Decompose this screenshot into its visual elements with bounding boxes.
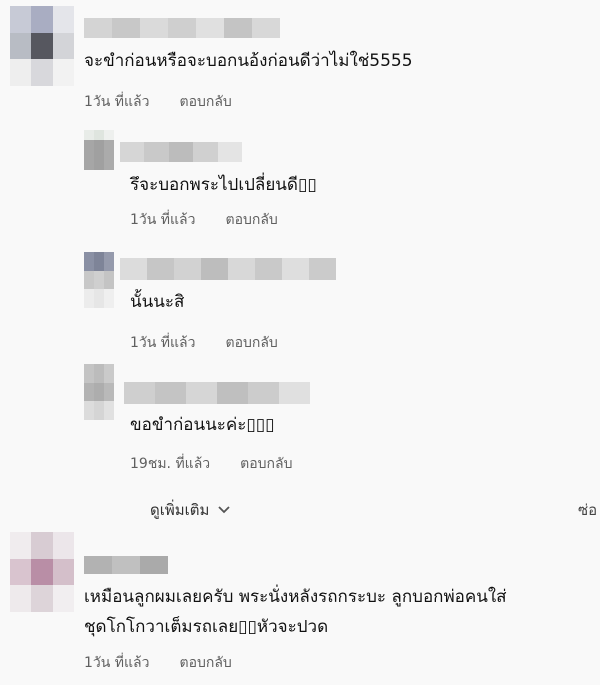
author-name[interactable] xyxy=(84,18,280,38)
author-name[interactable] xyxy=(120,142,243,162)
timestamp: 1วัน ที่แล้ว xyxy=(130,212,196,228)
avatar[interactable] xyxy=(84,364,114,420)
timestamp: 1วัน ที่แล้ว xyxy=(84,94,150,110)
reply-button[interactable]: ตอบกลับ xyxy=(225,332,277,354)
comment-text-line-2: ชุดโกโกวาเต็มรถเลย▯▯หัวจะปวด xyxy=(84,617,329,637)
view-more-replies-button[interactable]: ดูเพิ่มเติม xyxy=(150,498,231,522)
avatar[interactable] xyxy=(84,252,114,308)
author-name[interactable] xyxy=(124,382,310,404)
reply-button[interactable]: ตอบกลับ xyxy=(225,209,277,231)
hide-replies-link[interactable]: ซ่อ xyxy=(578,498,597,522)
reply-button[interactable]: ตอบกลับ xyxy=(179,91,231,113)
author-name[interactable] xyxy=(120,258,336,280)
timestamp: 19ชม. ที่แล้ว xyxy=(130,456,211,472)
avatar[interactable] xyxy=(10,6,74,86)
comment-meta: 1วัน ที่แล้ว ตอบกลับ xyxy=(130,332,278,354)
comment-text: รึจะบอกพระไปเปลี่ยนดี▯▯ xyxy=(130,175,317,195)
comment-meta: 1วัน ที่แล้ว ตอบกลับ xyxy=(84,91,232,113)
timestamp: 1วัน ที่แล้ว xyxy=(84,655,150,671)
comment-text: ขอขำก่อนนะค่ะ▯▯▯ xyxy=(130,415,275,435)
avatar[interactable] xyxy=(10,532,74,612)
reply-button[interactable]: ตอบกลับ xyxy=(179,652,231,674)
comment-text: จะขำก่อนหรือจะบอกนอ้งก่อนดีว่าไม่ใช่5555 xyxy=(84,51,413,71)
avatar[interactable] xyxy=(84,130,114,170)
comment-meta: 1วัน ที่แล้ว ตอบกลับ xyxy=(130,209,278,231)
comment-meta: 19ชม. ที่แล้ว ตอบกลับ xyxy=(130,453,292,475)
reply-button[interactable]: ตอบกลับ xyxy=(240,453,292,475)
comment-text-line-1: เหมือนลูกผมเลยครับ พระนั่งหลังรถกระบะ ลู… xyxy=(84,587,507,607)
chevron-down-icon xyxy=(218,506,231,514)
author-name[interactable] xyxy=(84,556,168,574)
timestamp: 1วัน ที่แล้ว xyxy=(130,335,196,351)
view-more-label: ดูเพิ่มเติม xyxy=(150,501,210,519)
comment-meta: 1วัน ที่แล้ว ตอบกลับ xyxy=(84,652,232,674)
comment-text: นั้นนะสิ xyxy=(130,292,185,312)
